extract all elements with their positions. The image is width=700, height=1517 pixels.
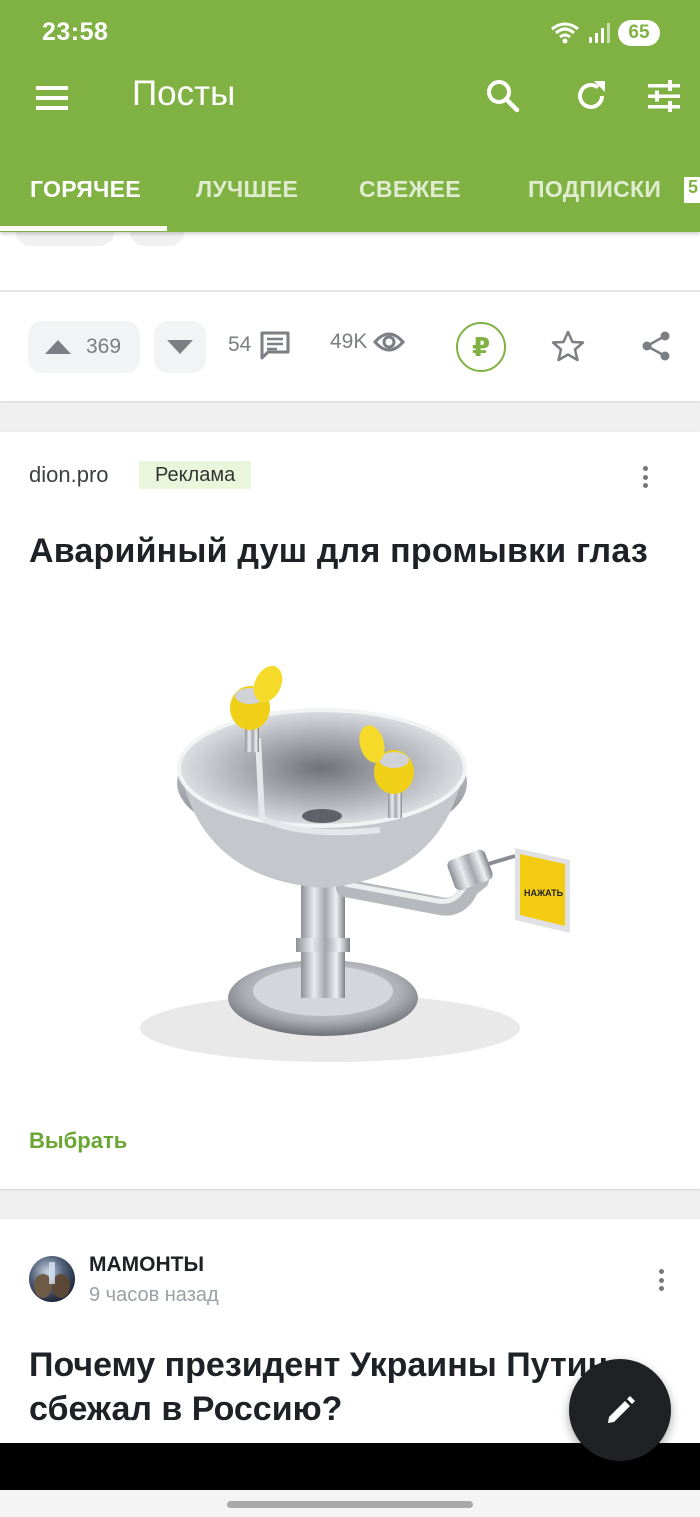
post-author[interactable]: МАМОНТЫ xyxy=(89,1253,204,1277)
ad-cta-link[interactable]: Выбрать xyxy=(29,1128,127,1154)
hamburger-icon xyxy=(36,86,68,110)
search-button[interactable] xyxy=(481,74,525,118)
ad-image[interactable]: НАЖАТЬ xyxy=(0,588,700,1108)
post-actions: 369 54 49K ₽ xyxy=(0,318,700,376)
menu-button[interactable] xyxy=(32,78,72,118)
app-header: 23:58 65 Посты ГОРЯЧЕЕ ЛУЧШЕЕ СВЕЖЕЕ ПОД… xyxy=(0,0,700,232)
upvote-button[interactable]: 369 xyxy=(28,321,140,373)
search-icon xyxy=(487,80,520,113)
ad-title[interactable]: Аварийный душ для промывки глаз xyxy=(29,532,648,571)
more-dot-icon xyxy=(642,466,648,471)
tab-best[interactable]: ЛУЧШЕЕ xyxy=(196,176,298,203)
comments-count: 54 xyxy=(228,333,252,356)
refresh-button[interactable] xyxy=(569,74,613,118)
ad-source[interactable]: dion.pro xyxy=(29,462,109,488)
views-count: 49K xyxy=(330,330,368,353)
post-time: 9 часов назад xyxy=(89,1284,219,1306)
tag-chip[interactable] xyxy=(16,230,114,246)
more-dot-icon xyxy=(658,1277,664,1283)
share-icon xyxy=(642,331,670,361)
sign-text: НАЖАТЬ xyxy=(524,888,564,898)
donate-button[interactable]: ₽ xyxy=(456,322,506,372)
wifi-icon xyxy=(551,22,579,44)
more-dot-icon xyxy=(642,483,648,488)
comments-button[interactable]: 54 xyxy=(228,330,291,360)
upvote-count: 369 xyxy=(86,335,122,358)
tab-badge: 5 xyxy=(684,177,700,203)
app-bar: Посты xyxy=(0,64,700,130)
battery-indicator: 65 xyxy=(618,20,660,46)
eye-icon xyxy=(373,332,406,352)
eyewash-station-illustration: НАЖАТЬ xyxy=(140,665,570,1062)
favorite-button[interactable] xyxy=(548,326,588,366)
refresh-icon xyxy=(578,81,605,109)
status-bar: 23:58 65 xyxy=(0,0,700,64)
filter-sliders-icon xyxy=(648,80,680,112)
active-tab-indicator xyxy=(0,226,167,231)
tab-hot[interactable]: ГОРЯЧЕЕ xyxy=(30,176,141,203)
avatar[interactable] xyxy=(29,1256,75,1302)
filter-button[interactable] xyxy=(642,74,686,118)
more-dot-icon xyxy=(658,1269,664,1274)
pencil-icon xyxy=(608,1396,635,1423)
system-nav-bar xyxy=(0,1490,700,1517)
feed-tabs: ГОРЯЧЕЕ ЛУЧШЕЕ СВЕЖЕЕ ПОДПИСКИ 5 xyxy=(0,160,700,232)
tab-subscriptions[interactable]: ПОДПИСКИ xyxy=(528,176,661,203)
share-button[interactable] xyxy=(636,326,676,366)
ad-more-button[interactable] xyxy=(635,462,655,492)
tab-fresh[interactable]: СВЕЖЕЕ xyxy=(359,176,461,203)
home-gesture-handle[interactable] xyxy=(227,1501,473,1508)
screen: 23:58 65 Посты ГОРЯЧЕЕ ЛУЧШЕЕ СВЕЖЕЕ ПОД… xyxy=(0,0,700,1517)
views-counter: 49K xyxy=(330,330,406,354)
ad-card[interactable]: dion.pro Реклама Аварийный душ для промы… xyxy=(0,432,700,1189)
ad-badge: Реклама xyxy=(139,461,252,489)
signal-icon xyxy=(589,23,610,43)
more-dot-icon xyxy=(642,474,648,480)
avatar-image xyxy=(34,1262,70,1298)
page-title: Посты xyxy=(132,74,236,113)
upvote-arrow-icon xyxy=(45,340,71,354)
tag-chip[interactable] xyxy=(130,230,184,246)
downvote-arrow-icon xyxy=(167,340,193,354)
comment-icon xyxy=(260,331,290,360)
create-post-button[interactable] xyxy=(569,1359,671,1461)
downvote-button[interactable] xyxy=(154,321,206,373)
star-icon xyxy=(551,330,585,362)
post-more-button[interactable] xyxy=(651,1265,671,1295)
more-dot-icon xyxy=(658,1286,664,1291)
status-icons: 65 xyxy=(550,18,660,48)
status-time: 23:58 xyxy=(42,18,109,46)
divider xyxy=(0,290,700,292)
